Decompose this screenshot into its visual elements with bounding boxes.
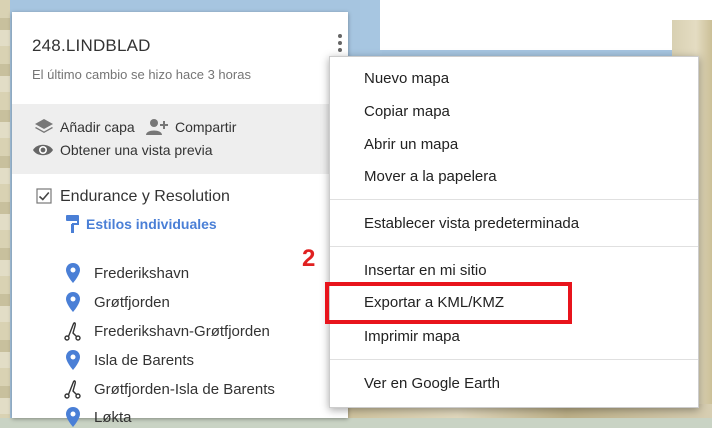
individual-styles-button[interactable]: Estilos individuales xyxy=(66,215,217,233)
feature-item[interactable]: Grøtfjorden-Isla de Barents xyxy=(64,378,275,400)
feature-label: Grøtfjorden-Isla de Barents xyxy=(94,380,275,398)
route-icon xyxy=(64,378,82,400)
panel-header: 248.LINDBLAD El último cambio se hizo ha… xyxy=(12,12,348,104)
layers-icon xyxy=(35,119,53,133)
feature-label: Isla de Barents xyxy=(94,351,195,369)
add-layer-label: Añadir capa xyxy=(60,119,135,135)
menu-item-open-map[interactable]: Abrir un mapa xyxy=(364,136,458,153)
preview-label: Obtener una vista previa xyxy=(60,142,213,158)
menu-item-set-default-view[interactable]: Establecer vista predeterminada xyxy=(364,215,579,232)
feature-item[interactable]: Isla de Barents xyxy=(64,349,194,371)
feature-label: Frederikshavn xyxy=(94,264,190,282)
menu-item-google-earth[interactable]: Ver en Google Earth xyxy=(364,375,500,392)
individual-styles-label: Estilos individuales xyxy=(86,216,217,232)
marker-icon xyxy=(64,349,82,371)
feature-item[interactable]: Grøtfjorden xyxy=(64,291,170,313)
feature-item[interactable]: Løkta xyxy=(64,406,132,428)
menu-item-new-map[interactable]: Nuevo mapa xyxy=(364,70,449,87)
marker-icon xyxy=(64,406,82,428)
menu-item-embed[interactable]: Insertar en mi sitio xyxy=(364,262,487,279)
route-icon xyxy=(64,320,82,342)
menu-item-move-to-trash[interactable]: Mover a la papelera xyxy=(364,168,497,185)
share-button[interactable]: Compartir xyxy=(145,118,236,136)
preview-button[interactable]: Obtener una vista previa xyxy=(32,142,213,158)
marker-icon xyxy=(64,262,82,284)
menu-divider xyxy=(330,359,698,360)
paint-roller-icon xyxy=(66,215,79,233)
feature-label: Løkta xyxy=(94,408,132,426)
map-last-change: El último cambio se hizo hace 3 horas xyxy=(32,67,251,82)
feature-item[interactable]: Frederikshavn-Grøtfjorden xyxy=(64,320,270,342)
panel-toolbar: Añadir capa Compartir Obtener una vista … xyxy=(12,104,348,174)
map-land-left xyxy=(0,0,10,418)
share-label: Compartir xyxy=(175,119,237,135)
layer-checkbox[interactable] xyxy=(36,188,52,204)
annotation-step-number: 2 xyxy=(302,245,316,272)
annotation-highlight-box xyxy=(325,282,572,324)
more-options-icon[interactable] xyxy=(332,32,348,54)
marker-icon xyxy=(64,291,82,313)
feature-label: Grøtfjorden xyxy=(94,293,170,311)
menu-item-print-map[interactable]: Imprimir mapa xyxy=(364,328,460,345)
menu-item-copy-map[interactable]: Copiar mapa xyxy=(364,103,450,120)
layer-title[interactable]: Endurance y Resolution xyxy=(60,188,230,206)
map-side-panel: 248.LINDBLAD El último cambio se hizo ha… xyxy=(12,12,348,427)
feature-item[interactable]: Frederikshavn xyxy=(64,262,189,284)
eye-icon xyxy=(33,144,53,156)
map-options-menu: Nuevo mapa Copiar mapa Abrir un mapa Mov… xyxy=(329,56,699,408)
menu-divider xyxy=(330,246,698,247)
menu-divider xyxy=(330,199,698,200)
feature-label: Frederikshavn-Grøtfjorden xyxy=(94,322,270,340)
add-layer-button[interactable]: Añadir capa xyxy=(34,118,135,136)
map-title[interactable]: 248.LINDBLAD xyxy=(32,36,151,56)
map-top-area xyxy=(380,0,712,50)
add-person-icon xyxy=(146,119,168,135)
